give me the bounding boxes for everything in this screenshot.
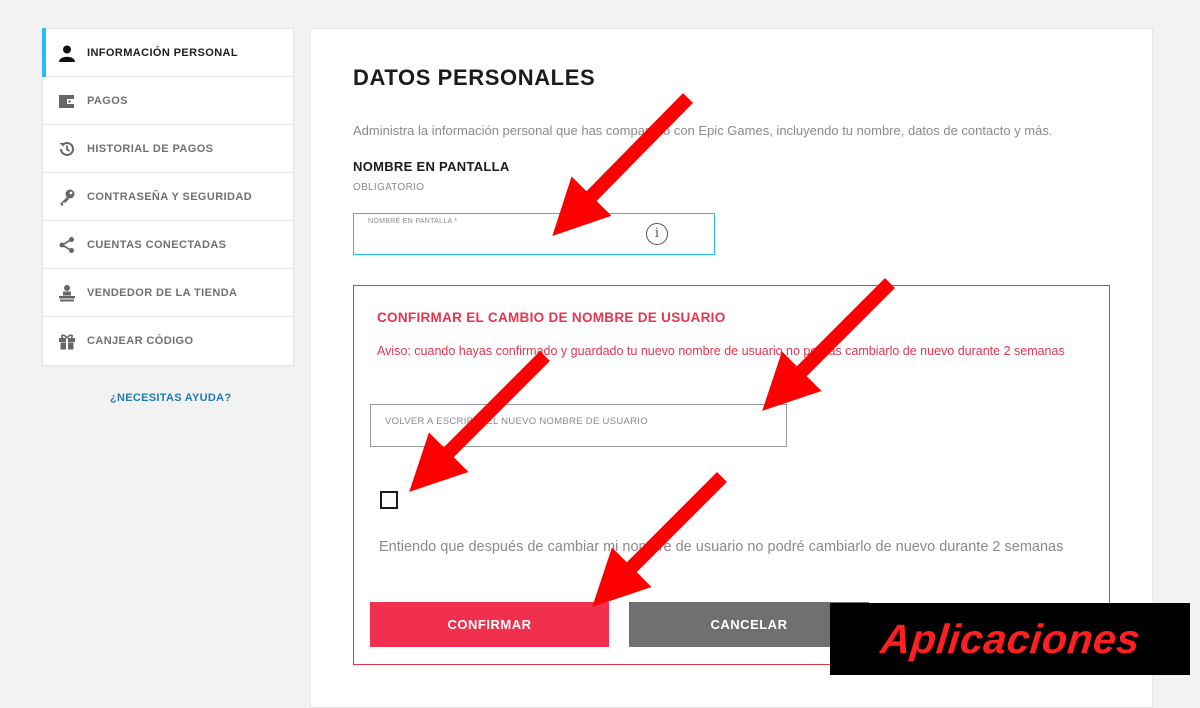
history-icon [57, 139, 77, 159]
confirm-button[interactable]: CONFIRMAR [370, 602, 609, 647]
share-icon [57, 235, 77, 255]
key-icon [57, 187, 77, 207]
sidebar-item-payment-history[interactable]: HISTORIAL DE PAGOS [43, 125, 293, 173]
sidebar-item-label: INFORMACIÓN PERSONAL [87, 46, 238, 59]
required-label: OBLIGATORIO [353, 182, 425, 193]
sidebar-item-label: CONTRASEÑA Y SEGURIDAD [87, 190, 253, 203]
wallet-icon [57, 91, 77, 111]
sidebar-item-store-seller[interactable]: VENDEDOR DE LA TIENDA [43, 269, 293, 317]
sidebar-item-label: PAGOS [87, 94, 128, 107]
page-title: DATOS PERSONALES [353, 65, 596, 90]
brand-text: Aplicaciones [878, 615, 1142, 662]
display-name-heading: NOMBRE EN PANTALLA [353, 159, 510, 174]
sidebar-item-connected-accounts[interactable]: CUENTAS CONECTADAS [43, 221, 293, 269]
understand-checkbox[interactable] [380, 491, 398, 509]
sidebar-item-payments[interactable]: PAGOS [43, 77, 293, 125]
sidebar-item-label: HISTORIAL DE PAGOS [87, 142, 214, 155]
person-icon [57, 43, 77, 63]
confirm-title: CONFIRMAR EL CAMBIO DE NOMBRE DE USUARIO [377, 310, 726, 325]
sidebar-item-redeem-code[interactable]: CANJEAR CÓDIGO [43, 317, 293, 365]
brand-watermark: Aplicaciones [830, 603, 1190, 675]
sidebar-item-label: CUENTAS CONECTADAS [87, 238, 227, 251]
gift-icon [57, 331, 77, 351]
page-description: Administra la información personal que h… [353, 123, 1053, 138]
confirm-warning: Aviso: cuando hayas confirmado y guardad… [377, 344, 1065, 358]
sidebar-item-personal-info[interactable]: INFORMACIÓN PERSONAL [42, 28, 293, 77]
understand-checkbox-label: Entiendo que después de cambiar mi nombr… [379, 539, 1064, 555]
help-link[interactable]: ¿NECESITAS AYUDA? [110, 392, 231, 404]
info-icon[interactable]: i [646, 223, 668, 245]
seller-icon [57, 283, 77, 303]
settings-sidebar: INFORMACIÓN PERSONAL PAGOS HISTORIAL DE … [42, 28, 294, 366]
display-name-float-label: NOMBRE EN PANTALLA * [368, 218, 458, 225]
retype-username-input[interactable] [371, 405, 786, 446]
retype-username-field[interactable] [370, 404, 787, 447]
sidebar-item-label: VENDEDOR DE LA TIENDA [87, 286, 238, 299]
display-name-input[interactable]: NOMBRE EN PANTALLA * i [353, 213, 715, 255]
sidebar-item-label: CANJEAR CÓDIGO [87, 335, 194, 347]
sidebar-item-password-security[interactable]: CONTRASEÑA Y SEGURIDAD [43, 173, 293, 221]
